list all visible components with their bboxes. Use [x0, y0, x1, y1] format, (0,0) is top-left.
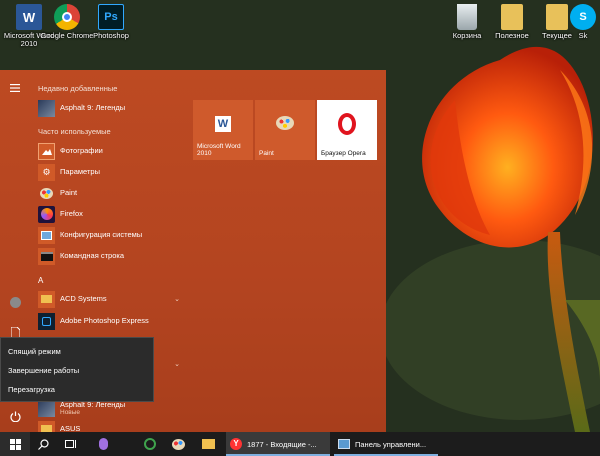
desktop-icon-skype[interactable]: S Sk	[565, 4, 600, 40]
search-button[interactable]	[30, 432, 56, 456]
taskbar-task-yandex[interactable]: Y 1877 - Входящие -...	[226, 432, 330, 456]
taskbar-app-explorer[interactable]	[196, 432, 220, 456]
cortana-button[interactable]	[90, 432, 116, 456]
user-avatar-icon[interactable]	[7, 294, 23, 310]
chevron-down-icon[interactable]: ⌄	[174, 360, 180, 368]
yandex-icon: Y	[230, 438, 242, 450]
paint-icon	[171, 438, 185, 450]
power-item-restart[interactable]: Перезагрузка	[8, 385, 55, 394]
taskbar-task-control-panel[interactable]: Панель управлени...	[334, 432, 438, 456]
app-ps-express[interactable]: Adobe Photoshop Express	[38, 311, 188, 331]
taskbar: Y 1877 - Входящие -... Панель управлени.…	[0, 432, 600, 456]
recycle-bin-icon	[457, 4, 477, 30]
taskbar-app-paint[interactable]	[166, 432, 190, 456]
desktop-icon-photoshop[interactable]: Ps Photoshop	[84, 4, 138, 40]
asphalt-icon	[38, 99, 55, 117]
folder-icon	[201, 439, 215, 449]
asphalt-icon	[38, 399, 55, 417]
word-icon: W	[16, 4, 42, 30]
chrome-icon	[54, 4, 80, 30]
photoshop-icon: Ps	[98, 4, 124, 30]
photos-icon	[38, 142, 55, 160]
letter-a-header[interactable]: A	[38, 276, 43, 285]
task-view-icon	[65, 440, 76, 448]
cmd-icon	[38, 247, 55, 265]
app-settings[interactable]: ⚙ Параметры	[38, 162, 188, 182]
tile-opera[interactable]: Браузер Opera	[317, 100, 377, 160]
gear-icon: ⚙	[38, 163, 55, 181]
word-icon: W	[215, 116, 231, 132]
opera-icon	[338, 113, 356, 135]
start-button[interactable]	[0, 432, 30, 456]
app-photos[interactable]: Фотографии	[38, 141, 188, 161]
msconfig-icon	[38, 226, 55, 244]
ps-express-icon	[38, 312, 55, 330]
app-firefox[interactable]: Firefox	[38, 204, 188, 224]
app-icon	[144, 438, 156, 450]
control-panel-icon	[338, 439, 350, 449]
power-icon[interactable]	[7, 408, 23, 424]
microphone-icon	[98, 438, 108, 450]
taskbar-app-green[interactable]	[138, 432, 162, 456]
app-acd-systems[interactable]: ACD Systems ⌄	[38, 289, 188, 309]
task-view-button[interactable]	[58, 432, 84, 456]
folder-icon	[38, 290, 55, 308]
firefox-icon	[38, 205, 55, 223]
app-paint[interactable]: Paint	[38, 183, 188, 203]
power-item-sleep[interactable]: Спящий режим	[8, 347, 61, 356]
paint-icon	[276, 116, 294, 130]
recent-header: Недавно добавленные	[38, 84, 118, 93]
tile-word[interactable]: W Microsoft Word 2010	[193, 100, 253, 160]
search-icon	[37, 438, 49, 450]
windows-logo-icon	[9, 438, 21, 450]
skype-icon: S	[570, 4, 596, 30]
hamburger-icon[interactable]	[7, 80, 23, 96]
power-item-shutdown[interactable]: Завершение работы	[8, 366, 79, 375]
paint-icon	[38, 185, 55, 202]
app-asphalt-recent[interactable]: Asphalt 9: Легенды	[38, 98, 188, 118]
tile-paint[interactable]: Paint	[255, 100, 315, 160]
power-menu: Спящий режим Завершение работы Перезагру…	[0, 337, 154, 402]
frequent-header: Часто используемые	[38, 127, 111, 136]
chevron-down-icon[interactable]: ⌄	[174, 295, 180, 303]
app-msconfig[interactable]: Конфигурация системы	[38, 225, 188, 245]
app-cmd[interactable]: Командная строка	[38, 246, 188, 266]
folder-icon	[501, 4, 523, 30]
